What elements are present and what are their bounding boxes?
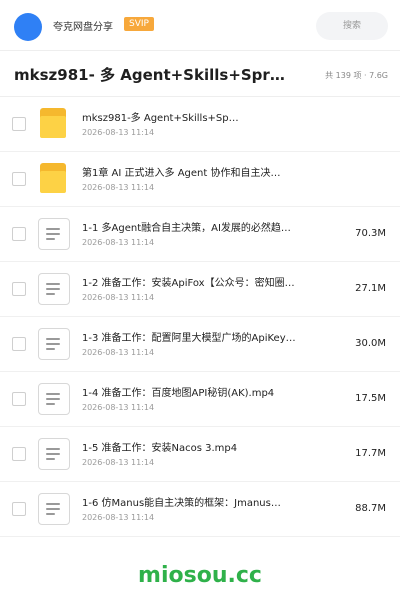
top-bar: 夸克网盘分享 SVIP 搜索: [0, 0, 400, 51]
document-icon: [38, 438, 70, 470]
document-icon: [38, 218, 70, 250]
file-row[interactable]: 1-3 准备工作：配置阿里大模型广场的ApiKey… 2026-08-13 11:…: [0, 317, 400, 372]
row-checkbox[interactable]: [12, 117, 26, 131]
document-icon: [38, 493, 70, 525]
folder-header: mksz981- 多 Agent+Skills+SpringA… 共 139 项…: [0, 50, 400, 97]
item-summary: 共 139 项 · 7.6G: [325, 71, 388, 80]
avatar[interactable]: [14, 13, 42, 41]
row-checkbox[interactable]: [12, 447, 26, 461]
file-size: 17.5M: [355, 393, 386, 404]
row-checkbox[interactable]: [12, 337, 26, 351]
document-icon: [38, 328, 70, 360]
file-size: 17.7M: [355, 448, 386, 459]
file-size: 30.0M: [355, 338, 386, 349]
document-icon: [38, 273, 70, 305]
app-name: 夸克网盘分享: [53, 22, 113, 33]
document-icon: [38, 383, 70, 415]
file-date: 2026-08-13 11:14: [82, 348, 155, 357]
search-label: 搜索: [342, 21, 361, 31]
file-list: mksz981-多 Agent+Skills+Sp… 2026-08-13 11:…: [0, 97, 400, 537]
file-name: mksz981-多 Agent+Skills+Sp…: [82, 113, 239, 124]
folder-row[interactable]: mksz981-多 Agent+Skills+Sp… 2026-08-13 11:…: [0, 97, 400, 152]
file-date: 2026-08-13 11:14: [82, 183, 155, 192]
file-name: 1-1 多Agent融合自主决策，AI发展的必然趋…: [82, 223, 291, 234]
row-checkbox[interactable]: [12, 227, 26, 241]
file-date: 2026-08-13 11:14: [82, 238, 155, 247]
file-size: 70.3M: [355, 228, 386, 239]
row-checkbox[interactable]: [12, 282, 26, 296]
folder-icon: [38, 108, 70, 140]
file-size: 88.7M: [355, 503, 386, 514]
file-row[interactable]: 1-2 准备工作：安装ApiFox【公众号：密知圈… 2026-08-13 11:…: [0, 262, 400, 317]
file-name: 1-5 准备工作：安装Nacos 3.mp4: [82, 443, 238, 454]
search-box[interactable]: 搜索: [316, 12, 388, 40]
file-name: 1-3 准备工作：配置阿里大模型广场的ApiKey…: [82, 333, 296, 344]
row-checkbox[interactable]: [12, 172, 26, 186]
file-name: 1-4 准备工作：百度地图API秘钥(AK).mp4: [82, 388, 275, 399]
file-size: 27.1M: [355, 283, 386, 294]
row-checkbox[interactable]: [12, 502, 26, 516]
file-row[interactable]: 1-1 多Agent融合自主决策，AI发展的必然趋… 2026-08-13 11:…: [0, 207, 400, 262]
file-date: 2026-08-13 11:14: [82, 458, 155, 467]
file-name: 1-6 仿Manus能自主决策的框架：Jmanus…: [82, 498, 281, 509]
file-date: 2026-08-13 11:14: [82, 403, 155, 412]
file-date: 2026-08-13 11:14: [82, 293, 155, 302]
folder-row[interactable]: 第1章 AI 正式进入多 Agent 协作和自主决… 2026-08-13 11:…: [0, 152, 400, 207]
file-date: 2026-08-13 11:14: [82, 128, 155, 137]
file-name: 1-2 准备工作：安装ApiFox【公众号：密知圈…: [82, 278, 295, 289]
file-row[interactable]: 1-6 仿Manus能自主决策的框架：Jmanus… 2026-08-13 11:…: [0, 482, 400, 537]
svip-badge: SVIP: [124, 17, 154, 31]
file-row[interactable]: 1-5 准备工作：安装Nacos 3.mp4 2026-08-13 11:14 17…: [0, 427, 400, 482]
folder-icon: [38, 163, 70, 195]
row-checkbox[interactable]: [12, 392, 26, 406]
folder-title: mksz981- 多 Agent+Skills+SpringA…: [14, 66, 286, 84]
file-row[interactable]: 1-4 准备工作：百度地图API秘钥(AK).mp4 2026-08-13 11:…: [0, 372, 400, 427]
file-name: 第1章 AI 正式进入多 Agent 协作和自主决…: [82, 168, 281, 179]
watermark: miosou.cc: [138, 563, 262, 588]
file-date: 2026-08-13 11:14: [82, 513, 155, 522]
